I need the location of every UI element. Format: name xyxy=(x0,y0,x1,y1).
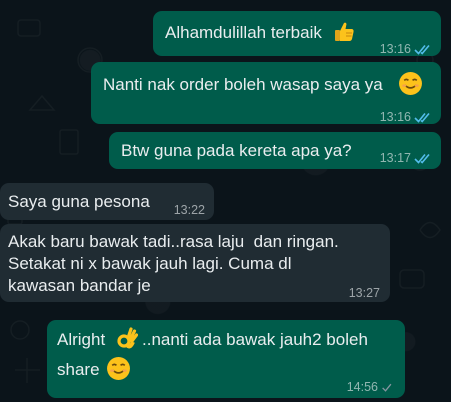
message-bubble-outgoing[interactable]: Btw guna pada kereta apa ya? 13:17 xyxy=(109,132,441,169)
message-meta: 13:16 xyxy=(380,106,431,129)
message-text: Btw guna pada kereta apa ya? xyxy=(121,141,352,160)
message-meta: 13:27 xyxy=(349,282,380,305)
message-text: Nanti nak order boleh wasap saya ya xyxy=(103,75,383,94)
message-meta: 13:22 xyxy=(174,199,205,222)
message-text-line: Setakat ni x bawak jauh lagi. Cuma dl xyxy=(8,254,292,273)
chat-conversation: Alhamdulillah terbaik 13:16 Nanti nak or… xyxy=(0,0,451,402)
thumbs-up-icon xyxy=(333,20,357,50)
message-text-line: kawasan bandar je xyxy=(8,276,151,295)
message-time: 13:27 xyxy=(348,286,380,300)
message-text-line: ..nanti ada bawak jauh2 boleh xyxy=(142,330,368,349)
message-text-line: share xyxy=(57,360,100,379)
message-time: 13:16 xyxy=(379,110,411,124)
message-time: 13:22 xyxy=(173,203,205,217)
smile-icon xyxy=(398,71,423,102)
message-meta: 13:16 xyxy=(380,38,431,61)
message-text-line: Alright xyxy=(57,330,106,349)
message-text: Saya guna pesona xyxy=(8,192,150,211)
message-bubble-outgoing[interactable]: Nanti nak order boleh wasap saya ya 13:1… xyxy=(91,62,441,124)
single-check-icon xyxy=(382,383,392,392)
message-bubble-outgoing[interactable]: Alhamdulillah terbaik 13:16 xyxy=(153,11,441,56)
message-time: 14:56 xyxy=(346,380,378,394)
message-bubble-outgoing[interactable]: Alright ..nanti ada bawak jauh2 boleh sh… xyxy=(47,320,405,398)
message-text-line: Akak baru bawak tadi..rasa laju dan ring… xyxy=(8,232,339,251)
double-check-icon xyxy=(414,44,430,55)
ok-hand-icon xyxy=(116,327,139,357)
message-meta: 14:56 xyxy=(347,376,395,399)
double-check-icon xyxy=(414,153,430,164)
smile-icon xyxy=(106,356,131,387)
message-bubble-incoming[interactable]: Akak baru bawak tadi..rasa laju dan ring… xyxy=(0,224,390,302)
message-time: 13:16 xyxy=(379,42,411,56)
message-meta: 13:17 xyxy=(380,147,431,170)
message-text: Alhamdulillah terbaik xyxy=(165,23,322,42)
double-check-icon xyxy=(414,112,430,123)
message-bubble-incoming[interactable]: Saya guna pesona 13:22 xyxy=(0,183,214,220)
message-time: 13:17 xyxy=(379,151,411,165)
